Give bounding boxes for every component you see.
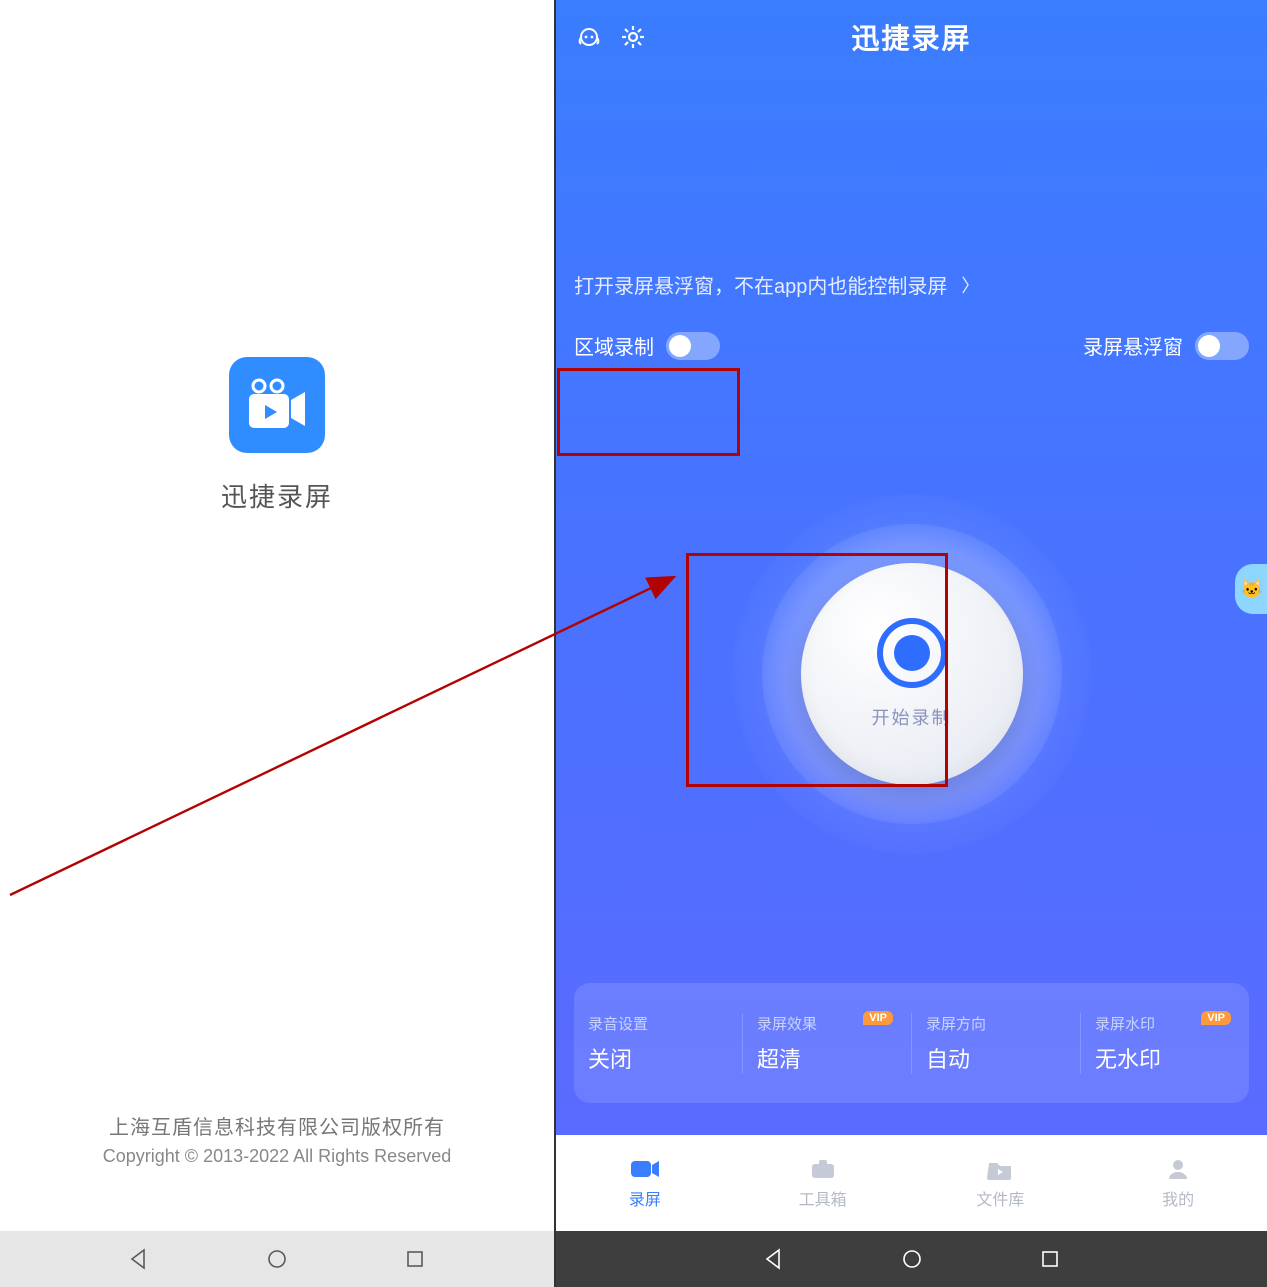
record-area: 开始录制 [732,494,1092,854]
support-icon[interactable] [574,22,604,52]
chevron-right-icon: 〉 [961,272,979,298]
setting-watermark[interactable]: VIP 录屏水印 无水印 [1081,1013,1249,1074]
region-record-toggle[interactable] [666,332,720,360]
android-nav-bar [556,1231,1267,1287]
record-icon [877,618,947,688]
header: 迅捷录屏 [556,0,1267,74]
android-back-button[interactable] [760,1245,788,1273]
floatwindow-tip[interactable]: 打开录屏悬浮窗，不在app内也能控制录屏 〉 [574,270,1249,299]
nav-toolbox[interactable]: 工具箱 [734,1156,912,1210]
quick-settings-card: 录音设置 关闭 VIP 录屏效果 超清 录屏方向 自动 VIP 录屏水印 无水印 [574,983,1249,1103]
float-window-toggle-group: 录屏悬浮窗 [1083,331,1249,360]
android-home-button[interactable] [898,1245,926,1273]
toolbox-icon [808,1156,838,1182]
vip-badge: VIP [1201,1011,1231,1025]
android-nav-bar [0,1231,554,1287]
setting-audio[interactable]: 录音设置 关闭 [574,1013,743,1074]
region-record-label: 区域录制 [574,331,654,360]
camera-icon [630,1156,660,1182]
main-screen: 迅捷录屏 打开录屏悬浮窗，不在app内也能控制录屏 〉 区域录制 录屏悬浮窗 开… [556,0,1267,1287]
nav-files[interactable]: 文件库 [912,1156,1090,1210]
mascot-icon[interactable]: 🐱 [1235,564,1267,614]
record-label: 开始录制 [872,704,952,730]
android-recent-button[interactable] [1036,1245,1064,1273]
annotation-highlight-1 [557,368,740,456]
vip-badge: VIP [863,1011,893,1025]
app-name: 迅捷录屏 [221,477,333,514]
bottom-nav: 录屏 工具箱 文件库 我的 [556,1135,1267,1231]
region-record-toggle-group: 区域录制 [574,331,720,360]
tip-text: 打开录屏悬浮窗，不在app内也能控制录屏 [574,270,947,299]
splash-screen: 迅捷录屏 上海互盾信息科技有限公司版权所有 Copyright © 2013-2… [0,0,556,1287]
user-icon [1163,1156,1193,1182]
settings-gear-icon[interactable] [618,22,648,52]
android-home-button[interactable] [263,1245,291,1273]
nav-record[interactable]: 录屏 [556,1156,734,1210]
setting-orientation[interactable]: 录屏方向 自动 [912,1013,1081,1074]
nav-mine[interactable]: 我的 [1089,1156,1267,1210]
float-window-label: 录屏悬浮窗 [1083,331,1183,360]
setting-quality[interactable]: VIP 录屏效果 超清 [743,1013,912,1074]
folder-icon [985,1156,1015,1182]
start-record-button[interactable]: 开始录制 [801,563,1023,785]
android-recent-button[interactable] [401,1245,429,1273]
copyright-text: Copyright © 2013-2022 All Rights Reserve… [0,1146,554,1167]
company-text: 上海互盾信息科技有限公司版权所有 [0,1111,554,1140]
float-window-toggle[interactable] [1195,332,1249,360]
header-title: 迅捷录屏 [851,17,971,57]
app-logo-icon [229,357,325,453]
android-back-button[interactable] [125,1245,153,1273]
